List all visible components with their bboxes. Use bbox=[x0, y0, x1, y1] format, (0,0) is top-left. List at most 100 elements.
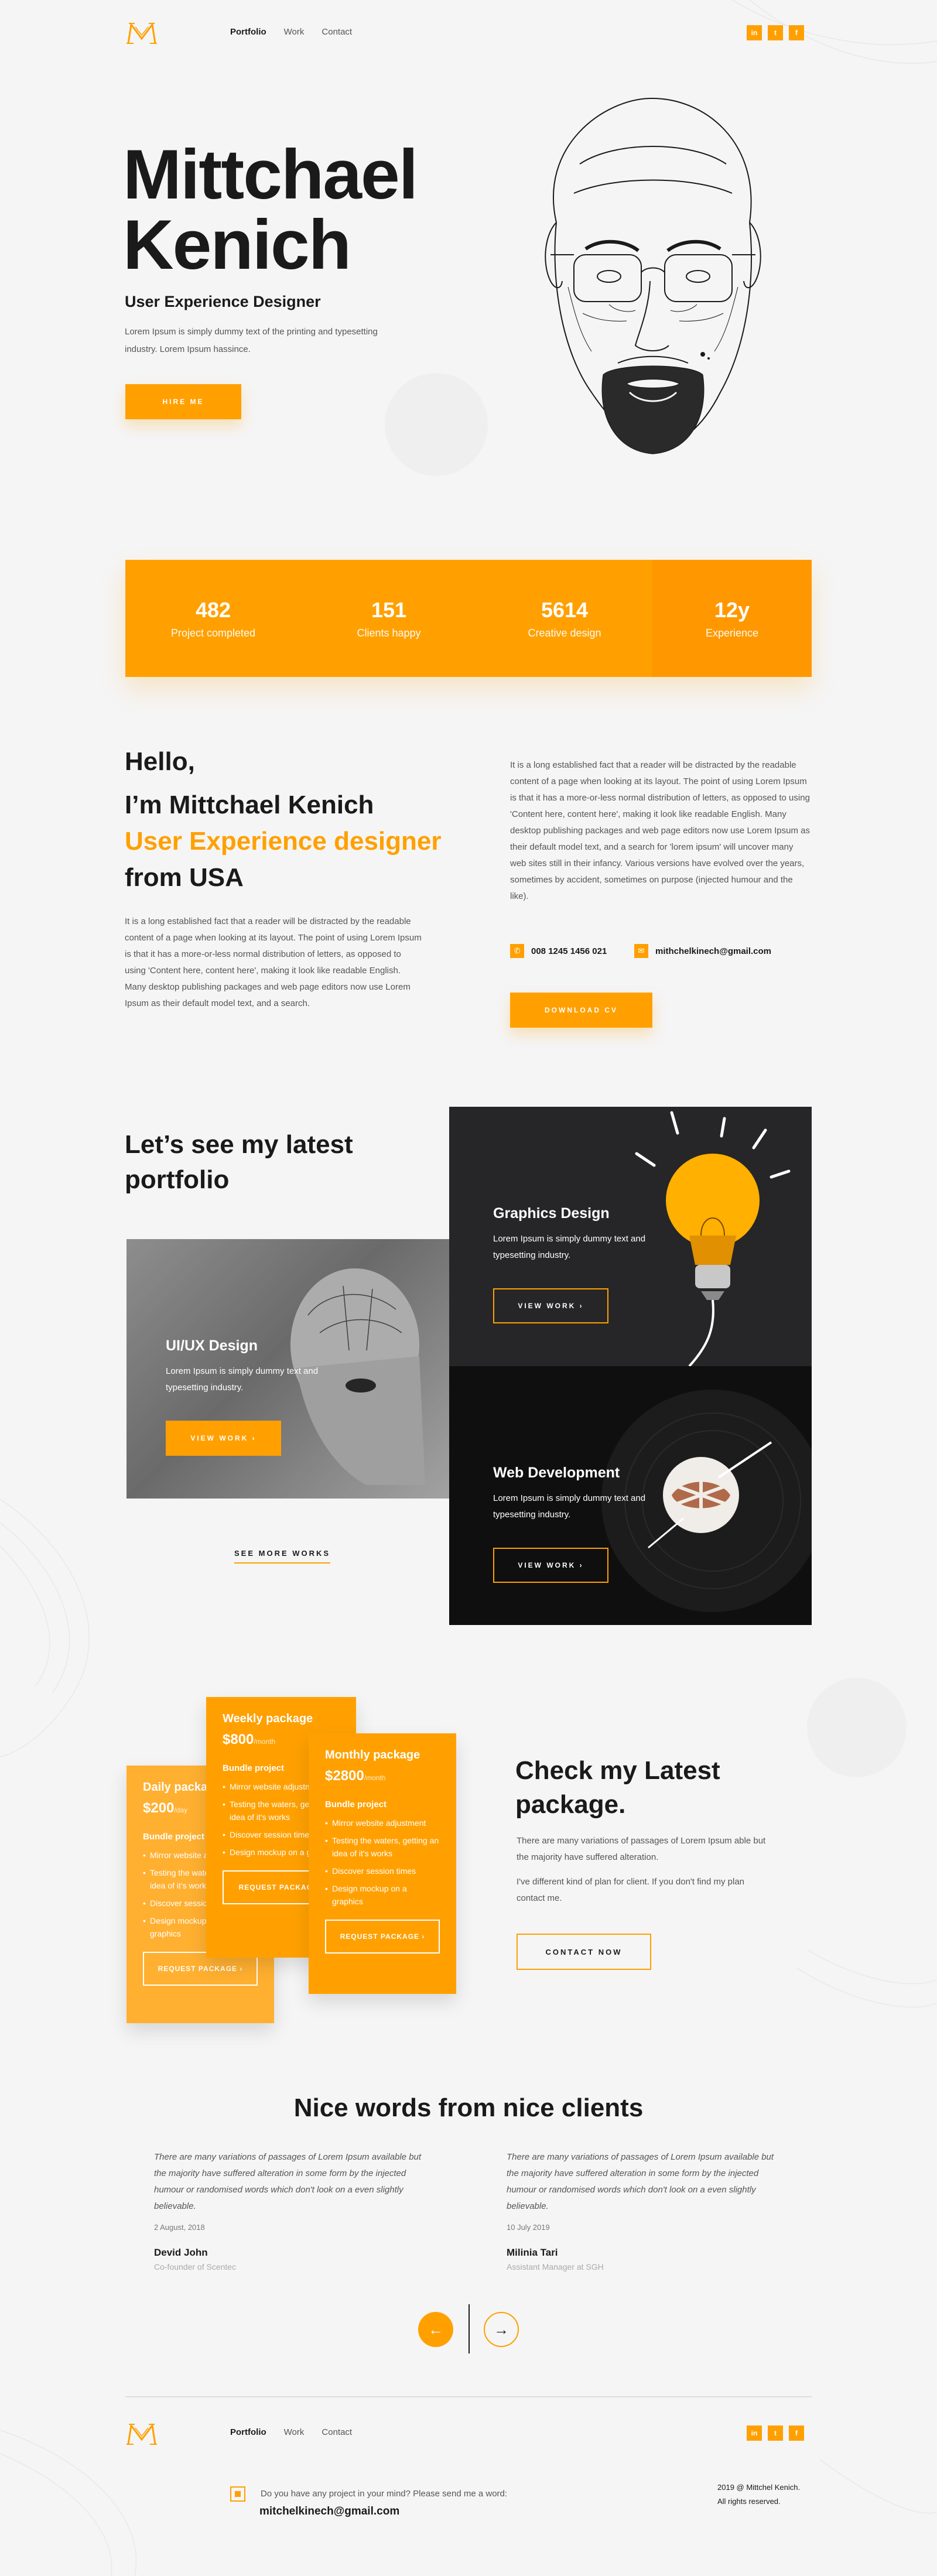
package-price-value: $200 bbox=[143, 1800, 175, 1816]
phone-number[interactable]: 008 1245 1456 021 bbox=[531, 946, 607, 956]
about-heading: Hello, I’m Mittchael Kenich User Experie… bbox=[125, 744, 441, 896]
about-role: User Experience designer bbox=[125, 827, 442, 856]
stats-banner: 482 Project completed 151 Clients happy … bbox=[125, 560, 812, 677]
twitter-icon[interactable]: t bbox=[768, 25, 783, 40]
download-cv-button[interactable]: DOWNLOAD CV bbox=[510, 993, 652, 1028]
testimonial-1: There are many variations of passages of… bbox=[154, 2149, 435, 2271]
card-title: UI/UX Design bbox=[166, 1337, 258, 1354]
package-heading: Bundle project bbox=[325, 1800, 387, 1809]
package-name: Monthly package bbox=[325, 1749, 420, 1761]
project-icon bbox=[230, 2486, 245, 2502]
about-from: from USA bbox=[125, 863, 244, 892]
card-title: Graphics Design bbox=[493, 1205, 610, 1222]
main-nav: Portfolio Work Contact bbox=[230, 27, 370, 37]
view-work-button[interactable]: VIEW WORK › bbox=[166, 1421, 281, 1456]
package-price-value: $800 bbox=[223, 1732, 254, 1747]
stat-value: 482 bbox=[195, 597, 231, 622]
copyright-line1: 2019 @ Mittchel Kenich. bbox=[717, 2483, 801, 2492]
see-more-works-link[interactable]: SEE MORE WORKS bbox=[234, 1549, 331, 1564]
footer-email[interactable]: mitchelkinech@gmail.com bbox=[259, 2505, 399, 2518]
portfolio-title-line2: portfolio bbox=[125, 1165, 230, 1194]
portfolio-card-graphics[interactable]: Graphics Design Lorem Ipsum is simply du… bbox=[449, 1107, 812, 1366]
about-paragraph-right: It is a long established fact that a rea… bbox=[510, 760, 810, 901]
packages-title-line1: Check my Latest bbox=[515, 1756, 720, 1785]
hero-role: User Experience Designer bbox=[125, 293, 321, 310]
card-title: Web Development bbox=[493, 1465, 620, 1481]
testimonials-title: Nice words from nice clients bbox=[293, 2093, 644, 2122]
packages-note: I've different kind of plan for client. … bbox=[517, 1877, 745, 1903]
portfolio-heading: Let’s see my latest portfolio bbox=[125, 1127, 353, 1198]
nav-contact[interactable]: Contact bbox=[322, 27, 352, 37]
linkedin-icon[interactable]: in bbox=[747, 25, 762, 40]
stat-label: Experience bbox=[705, 627, 759, 639]
copyright-line2: All rights reserved. bbox=[717, 2497, 781, 2506]
testimonial-2: There are many variations of passages of… bbox=[507, 2149, 788, 2271]
package-name: Weekly package bbox=[223, 1712, 313, 1725]
twitter-icon[interactable]: t bbox=[768, 2426, 783, 2441]
package-price-unit: /month bbox=[364, 1774, 386, 1782]
contact-email: ✉ mithchelkinech@gmail.com bbox=[634, 944, 771, 958]
email-address[interactable]: mithchelkinech@gmail.com bbox=[655, 946, 771, 956]
package-price-value: $2800 bbox=[325, 1768, 364, 1784]
footer-nav: Portfolio Work Contact bbox=[230, 2427, 370, 2438]
social-links: in t f bbox=[747, 25, 804, 40]
footer-copyright: 2019 @ Mittchel Kenich. All rights reser… bbox=[717, 2481, 800, 2509]
packages-title-line2: package. bbox=[515, 1790, 626, 1819]
stat-value: 12y bbox=[714, 597, 750, 622]
package-feature: Discover session times bbox=[325, 1865, 440, 1877]
testimonial-role: Co-founder of Scentec bbox=[154, 2262, 237, 2271]
package-price-unit: /month bbox=[254, 1737, 276, 1746]
phone-icon: ✆ bbox=[510, 944, 524, 958]
hire-me-button[interactable]: HIRE ME bbox=[125, 384, 241, 419]
nav-work[interactable]: Work bbox=[284, 27, 305, 37]
hero-description: Lorem Ipsum is simply dummy text of the … bbox=[125, 327, 378, 354]
card-description: Lorem Ipsum is simply dummy text and typ… bbox=[493, 1493, 646, 1520]
stat-experience: 12y Experience bbox=[652, 560, 812, 677]
package-price-unit: /day bbox=[174, 1806, 188, 1814]
portfolio-title-line1: Let’s see my latest bbox=[125, 1130, 353, 1159]
arrow-right-icon[interactable]: → bbox=[484, 2312, 519, 2347]
footer-divider bbox=[125, 2396, 812, 2397]
footer-logo-m-icon[interactable] bbox=[126, 2423, 157, 2445]
testimonial-date: 10 July 2019 bbox=[507, 2223, 550, 2232]
facebook-icon[interactable]: f bbox=[789, 2426, 804, 2441]
stat-label: Creative design bbox=[528, 627, 601, 639]
testimonial-date: 2 August, 2018 bbox=[154, 2223, 205, 2232]
portfolio-card-uiux[interactable]: UI/UX Design Lorem Ipsum is simply dummy… bbox=[126, 1239, 449, 1499]
view-work-button[interactable]: VIEW WORK › bbox=[493, 1548, 608, 1583]
stat-designs: 5614 Creative design bbox=[477, 560, 652, 677]
request-package-button[interactable]: REQUEST PACKAGE › bbox=[325, 1920, 440, 1954]
package-price: $2800/month bbox=[325, 1768, 440, 1784]
package-features: Mirror website adjustment Testing the wa… bbox=[325, 1816, 440, 1908]
stat-projects: 482 Project completed bbox=[125, 560, 301, 677]
footer-social-links: in t f bbox=[747, 2426, 804, 2441]
view-work-button[interactable]: VIEW WORK › bbox=[493, 1288, 608, 1323]
contact-now-button[interactable]: CONTACT NOW bbox=[517, 1934, 651, 1970]
about-paragraph-left: It is a long established fact that a rea… bbox=[125, 916, 422, 1008]
arrow-left-icon[interactable]: ← bbox=[418, 2312, 453, 2347]
stat-value: 5614 bbox=[541, 597, 589, 622]
stat-label: Clients happy bbox=[357, 627, 421, 639]
nav-portfolio[interactable]: Portfolio bbox=[230, 27, 266, 37]
hero-name-line2: Kenich bbox=[123, 206, 351, 284]
footer-prompt: Do you have any project in your mind? Pl… bbox=[261, 2489, 508, 2499]
package-feature: Testing the waters, getting an idea of i… bbox=[325, 1834, 440, 1860]
testimonial-quote: There are many variations of passages of… bbox=[507, 2152, 774, 2211]
package-card-monthly: Monthly package $2800/month Bundle proje… bbox=[309, 1733, 456, 1994]
footer-nav-contact[interactable]: Contact bbox=[322, 2427, 352, 2437]
footer-nav-work[interactable]: Work bbox=[284, 2427, 305, 2437]
card-description: Lorem Ipsum is simply dummy text and typ… bbox=[493, 1234, 646, 1260]
linkedin-icon[interactable]: in bbox=[747, 2426, 762, 2441]
slider-divider bbox=[468, 2304, 470, 2353]
packages-description: There are many variations of passages of… bbox=[517, 1836, 766, 1862]
packages-heading: Check my Latest package. bbox=[515, 1754, 720, 1822]
about-hello: Hello, bbox=[125, 747, 195, 776]
logo-m-icon[interactable] bbox=[126, 22, 157, 45]
portfolio-card-webdev[interactable]: Web Development Lorem Ipsum is simply du… bbox=[449, 1366, 812, 1625]
footer-nav-portfolio[interactable]: Portfolio bbox=[230, 2427, 266, 2437]
package-feature: Mirror website adjustment bbox=[325, 1816, 440, 1829]
portrait-illustration bbox=[545, 97, 761, 454]
facebook-icon[interactable]: f bbox=[789, 25, 804, 40]
hero-name-line1: Mittchael bbox=[123, 135, 418, 214]
testimonial-name: Devid John bbox=[154, 2247, 208, 2258]
